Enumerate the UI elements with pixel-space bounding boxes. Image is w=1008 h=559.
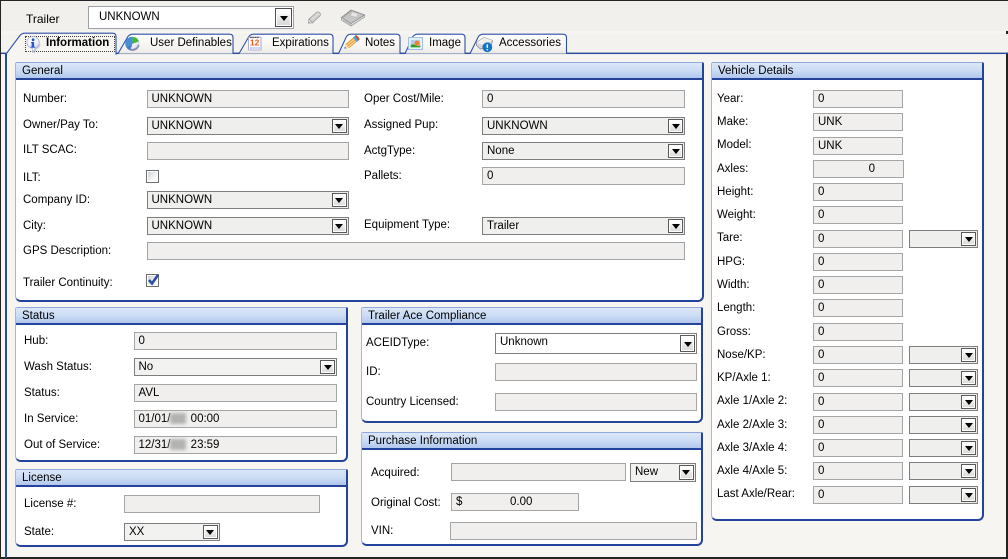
svg-text:12: 12 xyxy=(250,38,260,48)
